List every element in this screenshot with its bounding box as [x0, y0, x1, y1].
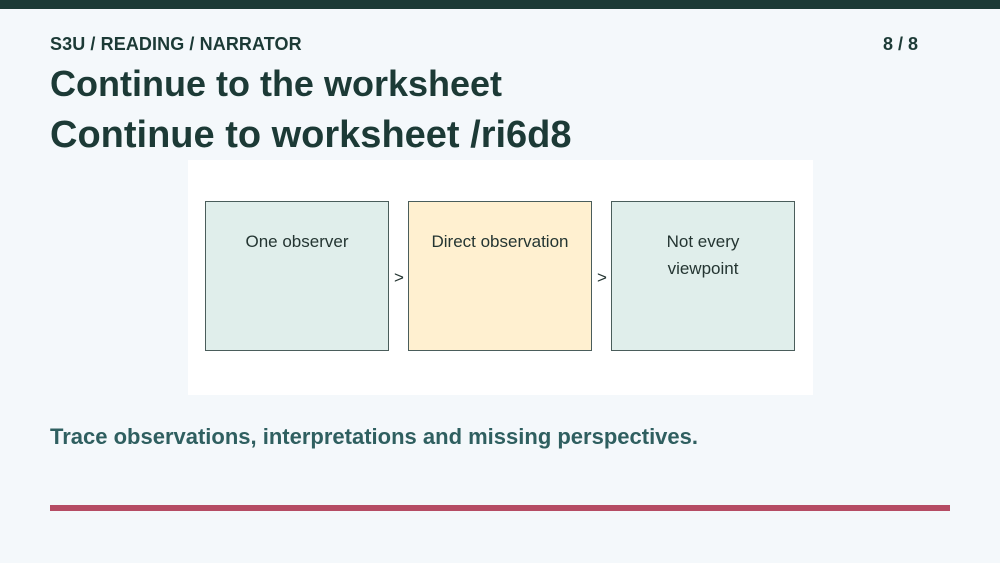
page-counter: 8 / 8 — [882, 34, 918, 54]
flow-step-direct-observation: Direct observation — [408, 201, 592, 351]
page-subtitle: Continue to worksheet /ri6d8 — [50, 114, 572, 156]
flow-step-label: Direct observation — [431, 232, 569, 251]
bottom-accent-rule — [50, 505, 950, 511]
flow-step-one-observer: One observer — [205, 201, 389, 351]
flow-step-label: One observer — [245, 232, 349, 251]
page-title: Continue to the worksheet — [50, 63, 503, 104]
flow-step-label-line-1: Not every — [666, 232, 740, 251]
top-accent-bar — [0, 0, 1000, 9]
flow-arrow: > — [394, 268, 404, 287]
flow-diagram: One observer > Direct observation > Not … — [188, 160, 813, 395]
slide-caption: Trace observations, interpretations and … — [50, 424, 699, 449]
flow-step-not-every-viewpoint: Not every viewpoint — [611, 201, 795, 351]
breadcrumb: S3U / READING / NARRATOR — [50, 34, 302, 54]
flow-arrow: > — [597, 268, 607, 287]
flow-step-label-line-2: viewpoint — [667, 259, 739, 278]
